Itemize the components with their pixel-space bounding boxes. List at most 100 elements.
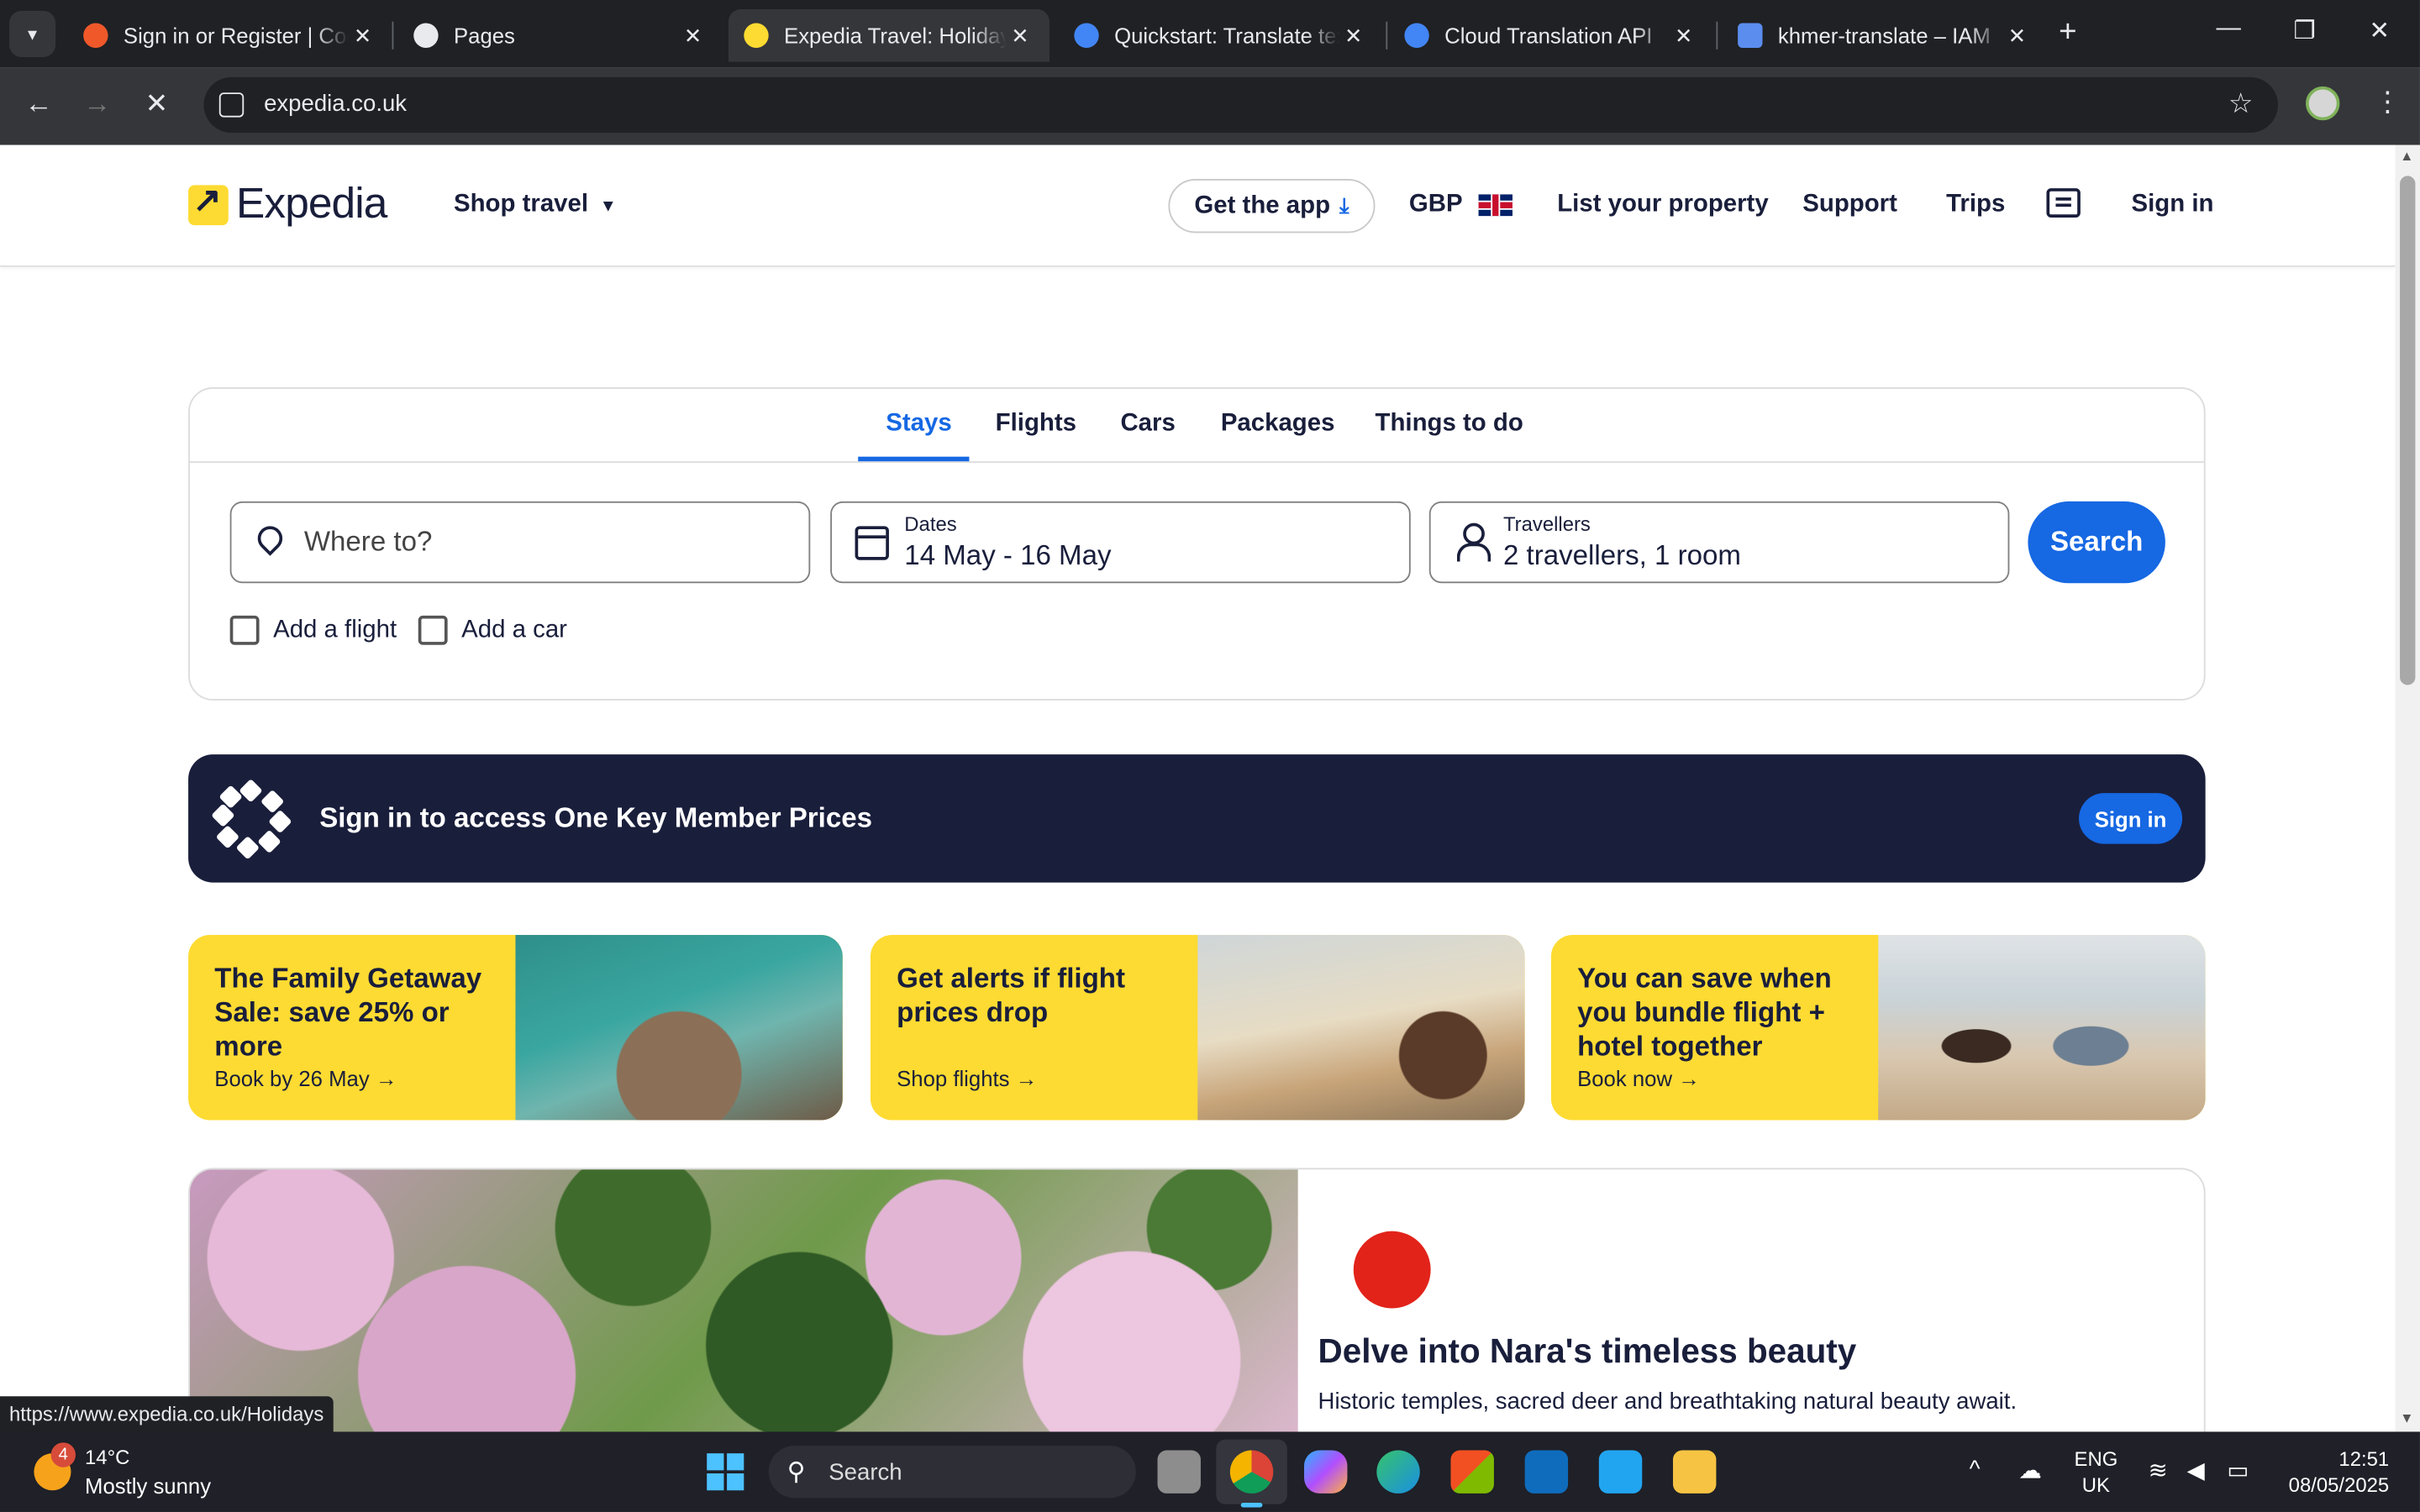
add-flight-label: Add a flight <box>273 616 397 643</box>
tab-stays[interactable]: Stays <box>886 411 951 438</box>
header-sign-in-link[interactable]: Sign in <box>2131 192 2213 219</box>
destination-field[interactable]: Where to? <box>229 501 811 584</box>
tab-flights[interactable]: Flights <box>996 411 1076 438</box>
wifi-icon[interactable]: ≋ <box>2149 1457 2168 1484</box>
currency-selector[interactable]: GBP <box>1409 192 1512 219</box>
promo-card-flight-alerts[interactable]: Get alerts if flight prices drop Shop fl… <box>870 935 1525 1121</box>
weather-condition[interactable]: Mostly sunny <box>85 1473 211 1498</box>
promo-cta[interactable]: Book now → <box>1577 1066 1700 1090</box>
tab-things-to-do[interactable]: Things to do <box>1375 411 1523 438</box>
tab-cars[interactable]: Cars <box>1120 411 1175 438</box>
onedrive-cloud-icon[interactable]: ☁ <box>2018 1457 2042 1484</box>
promo-card-family-getaway[interactable]: The Family Getaway Sale: save 25% or mor… <box>188 935 843 1121</box>
promo-cta[interactable]: Shop flights → <box>897 1066 1037 1090</box>
arrow-right-icon: → <box>1678 1066 1700 1091</box>
search-icon: ⚲ <box>786 1459 806 1486</box>
expedia-logo-text[interactable]: Expedia <box>236 179 387 228</box>
close-tab-icon[interactable]: ✕ <box>349 23 376 49</box>
browser-tab-3-active[interactable]: Expedia Travel: Holiday ✕ <box>728 9 1050 62</box>
battery-icon[interactable]: ▭ <box>2227 1457 2249 1484</box>
feature-title: Delve into Nara's timeless beauty <box>1318 1331 1857 1370</box>
checkbox-box[interactable] <box>418 615 448 645</box>
support-link[interactable]: Support <box>1802 192 1897 219</box>
close-tab-icon[interactable]: ✕ <box>679 23 707 49</box>
one-key-sign-in-button[interactable]: Sign in <box>2079 793 2183 844</box>
add-flight-checkbox[interactable]: Add a flight <box>229 615 397 645</box>
page-content: Expedia Shop travel ▼ Get the app ⤓ GBP … <box>0 144 2396 1432</box>
travellers-field[interactable]: Travellers 2 travellers, 1 room <box>1428 501 2010 584</box>
trips-link[interactable]: Trips <box>1946 192 2005 219</box>
url-text[interactable]: expedia.co.uk <box>264 91 407 117</box>
scrollbar-thumb[interactable] <box>2400 176 2416 685</box>
site-info-icon[interactable] <box>218 92 245 118</box>
chevron-up-icon[interactable]: ^ <box>1970 1457 1981 1483</box>
shop-travel-label: Shop travel <box>453 191 589 218</box>
site-header: Expedia Shop travel ▼ Get the app ⤓ GBP … <box>0 145 2396 267</box>
volume-icon[interactable]: ◀ <box>2187 1457 2205 1484</box>
checkbox-box[interactable] <box>229 615 260 645</box>
get-the-app-button[interactable]: Get the app ⤓ <box>1168 179 1376 234</box>
browser-tab-6[interactable]: khmer-translate – IAM ✕ <box>1723 9 2047 61</box>
promo-cta-label: Shop flights <box>897 1066 1010 1091</box>
active-app-indicator <box>1240 1502 1263 1508</box>
close-tab-icon[interactable]: ✕ <box>1670 23 1697 49</box>
list-your-property-link[interactable]: List your property <box>1557 192 1768 219</box>
tab-packages[interactable]: Packages <box>1221 411 1335 438</box>
new-tab-icon[interactable]: + <box>2059 15 2076 50</box>
map-pin-icon <box>252 521 288 556</box>
clock-date: 08/05/2025 <box>2288 1473 2390 1497</box>
windows-start-icon[interactable] <box>707 1453 744 1491</box>
profile-avatar[interactable] <box>2306 86 2340 121</box>
chat-icon[interactable] <box>2046 188 2081 218</box>
search-button[interactable]: Search <box>2028 501 2165 584</box>
language-indicator[interactable]: ENG UK <box>2075 1446 2118 1498</box>
close-tab-icon[interactable]: ✕ <box>1339 23 1367 49</box>
stop-loading-icon[interactable]: ✕ <box>145 88 169 121</box>
system-clock[interactable]: 12:51 08/05/2025 <box>2278 1446 2390 1498</box>
promo-title: You can save when you bundle flight + ho… <box>1577 963 1832 1062</box>
expedia-logo-icon[interactable] <box>188 181 229 226</box>
shop-travel-menu[interactable]: Shop travel ▼ <box>454 192 617 219</box>
file-explorer-icon[interactable] <box>1672 1450 1717 1494</box>
dates-field[interactable]: Dates 14 May - 16 May <box>830 501 1411 584</box>
one-key-icon <box>211 779 292 860</box>
tab-search-button[interactable]: ▾ <box>9 10 56 57</box>
copilot-icon[interactable] <box>1304 1450 1348 1494</box>
bookmark-star-icon[interactable]: ☆ <box>2228 88 2254 121</box>
browser-tab-1[interactable]: Sign in or Register | Coc ✕ <box>68 9 392 61</box>
chrome-icon[interactable] <box>1229 1450 1274 1494</box>
close-window-icon[interactable]: ✕ <box>2369 15 2390 46</box>
minimize-icon[interactable]: — <box>2217 15 2241 43</box>
one-key-banner: Sign in to access One Key Member Prices … <box>188 754 2206 883</box>
travellers-label: Travellers <box>1502 512 1591 536</box>
edge-icon[interactable] <box>1376 1450 1420 1494</box>
page-scrollbar[interactable]: ▲ ▼ <box>2395 144 2420 1432</box>
task-view-icon[interactable] <box>1157 1450 1201 1494</box>
scroll-up-icon[interactable]: ▲ <box>2400 148 2413 163</box>
promo-cta-label: Book by 26 May <box>214 1066 370 1091</box>
back-icon[interactable]: ← <box>24 88 52 121</box>
weather-temperature[interactable]: 14°C <box>85 1446 129 1469</box>
scroll-down-icon[interactable]: ▼ <box>2400 1410 2413 1425</box>
outlook-icon[interactable] <box>1524 1450 1569 1494</box>
browser-tab-2[interactable]: Pages ✕ <box>398 9 723 61</box>
menu-kebab-icon[interactable]: ⋮ <box>2374 87 2402 119</box>
promo-cta[interactable]: Book by 26 May → <box>214 1066 397 1090</box>
nara-feature-card[interactable]: Delve into Nara's timeless beauty Histor… <box>188 1168 2206 1432</box>
destination-placeholder: Where to? <box>303 526 433 558</box>
vscode-icon[interactable] <box>1598 1450 1643 1494</box>
browser-tab-4[interactable]: Quickstart: Translate tex ✕ <box>1059 9 1383 61</box>
active-tab-indicator <box>858 456 970 462</box>
restore-icon[interactable]: ❐ <box>2293 15 2315 46</box>
forward-icon[interactable]: → <box>83 88 111 121</box>
promo-title: The Family Getaway Sale: save 25% or mor… <box>214 963 482 1062</box>
address-bar[interactable]: expedia.co.uk ☆ <box>203 76 2278 133</box>
nara-logo-icon <box>1353 1231 1431 1309</box>
microsoft-store-icon[interactable] <box>1450 1450 1494 1494</box>
add-car-checkbox[interactable]: Add a car <box>418 615 567 645</box>
close-tab-icon[interactable]: ✕ <box>2003 23 2031 49</box>
promo-card-bundle[interactable]: You can save when you bundle flight + ho… <box>1550 935 2206 1121</box>
browser-tab-5[interactable]: Cloud Translation API ✕ <box>1389 9 1713 61</box>
close-tab-icon[interactable]: ✕ <box>1007 23 1034 49</box>
taskbar-search[interactable]: ⚲ Search <box>768 1445 1136 1499</box>
